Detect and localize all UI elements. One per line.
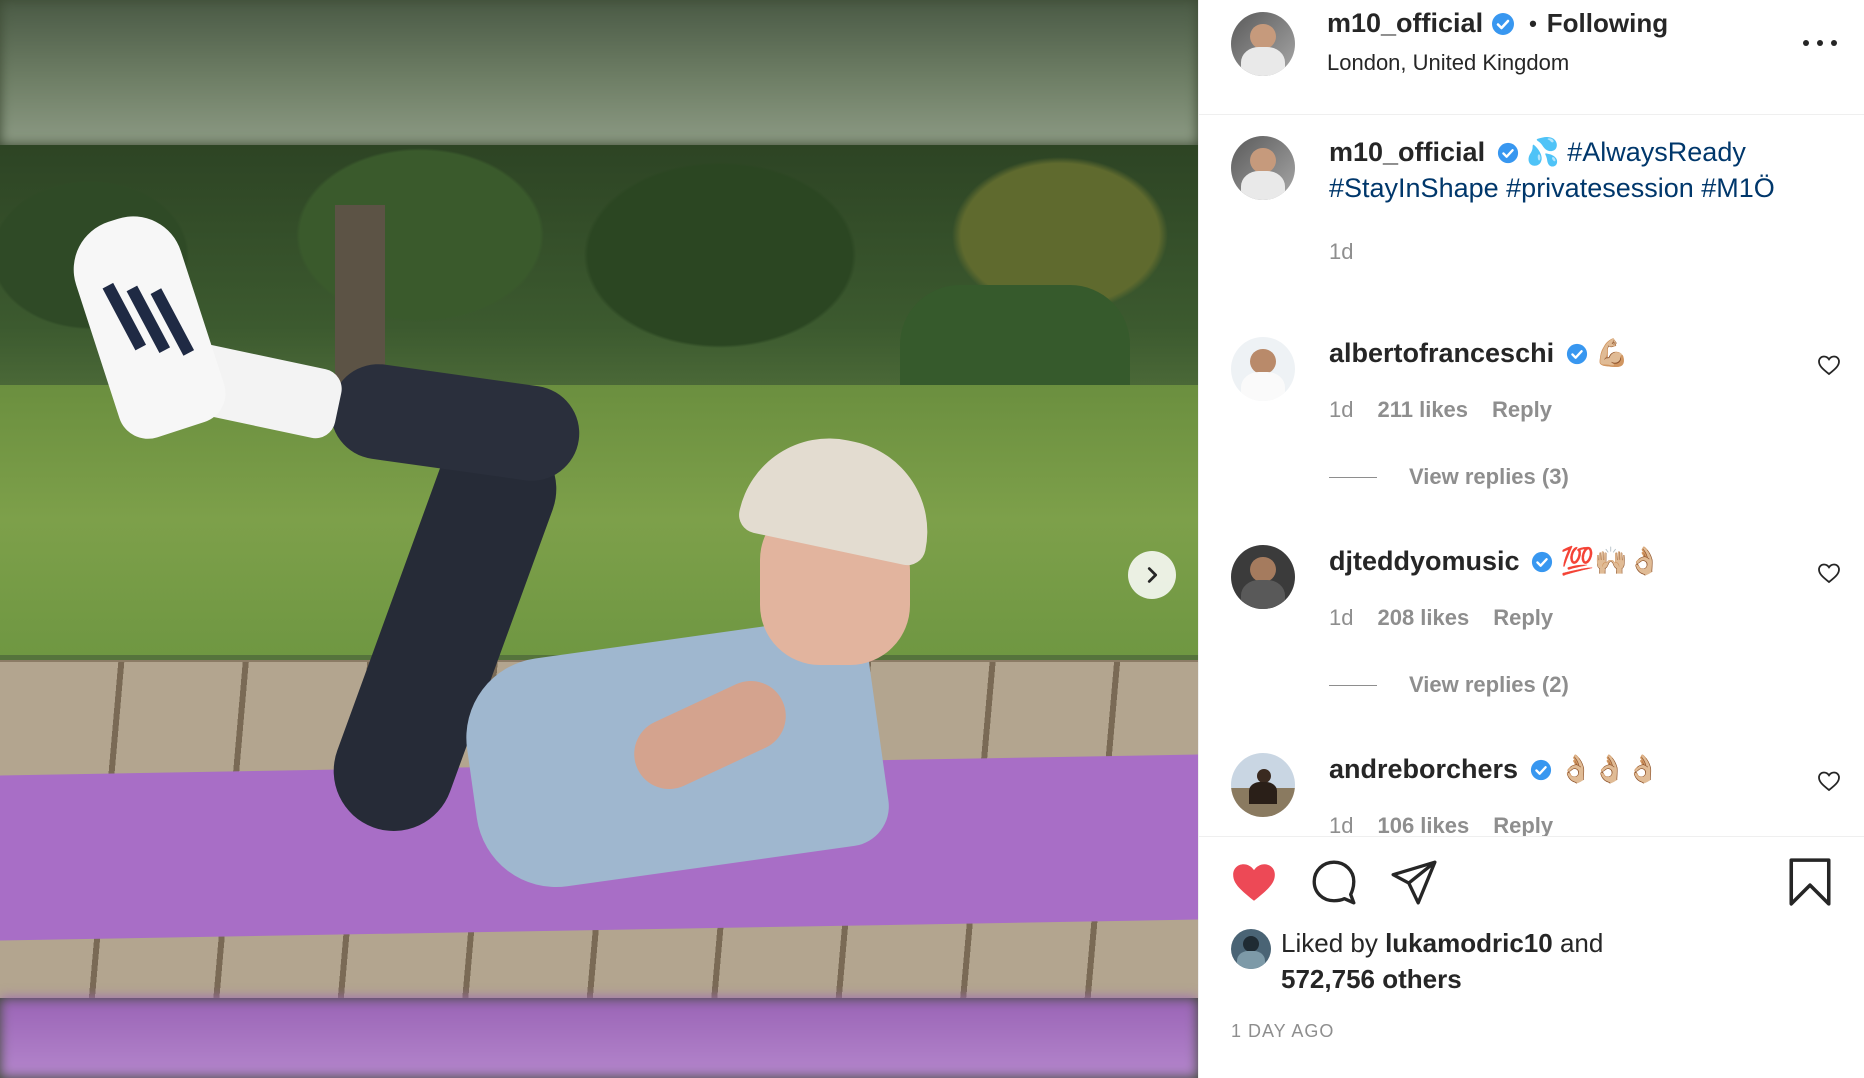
comment-likes[interactable]: 106 likes bbox=[1377, 813, 1469, 836]
commenter-avatar[interactable] bbox=[1231, 337, 1295, 401]
leg-upper bbox=[324, 358, 586, 487]
view-replies-button[interactable]: View replies (2) bbox=[1329, 672, 1569, 698]
commenter-avatar[interactable] bbox=[1231, 545, 1295, 609]
hashtag-m10[interactable]: #M1Ö bbox=[1701, 173, 1775, 203]
comment-time[interactable]: 1d bbox=[1329, 605, 1353, 631]
comment-time[interactable]: 1d bbox=[1329, 397, 1353, 423]
comment-meta: 1d 106 likes Reply bbox=[1329, 813, 1553, 836]
comment-username[interactable]: andreborchers bbox=[1329, 754, 1518, 784]
hashtag-stayinshape[interactable]: #StayInShape bbox=[1329, 173, 1499, 203]
heart-icon[interactable] bbox=[1817, 353, 1841, 377]
liker-avatar[interactable] bbox=[1231, 929, 1271, 969]
post-timestamp[interactable]: 1 DAY AGO bbox=[1231, 1021, 1334, 1042]
comments-list[interactable]: m10_official 💦 #AlwaysReady #StayInShape… bbox=[1199, 116, 1864, 836]
comment-meta: 1d 211 likes Reply bbox=[1329, 397, 1552, 423]
comment-body: 💪🏼 bbox=[1595, 338, 1629, 368]
comment-icon[interactable] bbox=[1309, 857, 1359, 907]
caption-text: m10_official 💦 #AlwaysReady #StayInShape… bbox=[1329, 134, 1829, 206]
verified-icon bbox=[1492, 12, 1515, 35]
more-options-icon[interactable] bbox=[1803, 28, 1837, 58]
caption-time[interactable]: 1d bbox=[1329, 239, 1353, 265]
comment-meta: 1d 208 likes Reply bbox=[1329, 605, 1553, 631]
verified-icon bbox=[1530, 759, 1551, 781]
reply-button[interactable]: Reply bbox=[1493, 605, 1553, 631]
comment-text: andreborchers 👌🏼👌🏼👌🏼 bbox=[1329, 751, 1829, 787]
commenter-avatar[interactable] bbox=[1231, 753, 1295, 817]
post-header: m10_official • Following London, United … bbox=[1199, 0, 1864, 115]
verified-icon bbox=[1531, 551, 1553, 573]
hashtag-alwaysready[interactable]: #AlwaysReady bbox=[1567, 137, 1746, 167]
comment-body: 👌🏼👌🏼👌🏼 bbox=[1559, 754, 1660, 784]
comment-likes[interactable]: 211 likes bbox=[1377, 397, 1468, 423]
liked-by-text: Liked by lukamodric10 and 572,756 others bbox=[1281, 925, 1603, 997]
heart-icon[interactable] bbox=[1229, 857, 1279, 907]
next-arrow-icon[interactable] bbox=[1128, 551, 1176, 599]
liked-by-prefix: Liked by bbox=[1281, 928, 1378, 958]
post-side-panel: m10_official • Following London, United … bbox=[1198, 0, 1864, 1078]
likes-others-count[interactable]: 572,756 others bbox=[1281, 964, 1462, 994]
author-username[interactable]: m10_official bbox=[1327, 8, 1483, 39]
comment-body: 💯🙌🏼👌🏼 bbox=[1560, 546, 1662, 576]
author-row: m10_official • Following bbox=[1327, 8, 1668, 39]
reply-button[interactable]: Reply bbox=[1492, 397, 1552, 423]
caption-emoji: 💦 bbox=[1526, 137, 1560, 167]
author-avatar[interactable] bbox=[1231, 12, 1295, 76]
verified-icon bbox=[1497, 142, 1518, 164]
replies-dash bbox=[1329, 684, 1377, 686]
sneaker bbox=[60, 203, 234, 447]
comment-text: albertofranceschi 💪🏼 bbox=[1329, 335, 1829, 371]
instagram-post: m10_official • Following London, United … bbox=[0, 0, 1864, 1078]
comment-likes[interactable]: 208 likes bbox=[1377, 605, 1469, 631]
exercising-person bbox=[0, 0, 1198, 1078]
view-replies-label: View replies (3) bbox=[1409, 464, 1569, 489]
reply-button[interactable]: Reply bbox=[1493, 813, 1553, 836]
separator-dot: • bbox=[1529, 10, 1537, 36]
replies-dash bbox=[1329, 476, 1377, 478]
post-actions: Liked by lukamodric10 and 572,756 others… bbox=[1199, 836, 1864, 1078]
post-media[interactable] bbox=[0, 0, 1198, 1078]
liked-by-connector: and bbox=[1559, 928, 1604, 958]
comment-username[interactable]: djteddyomusic bbox=[1329, 546, 1520, 576]
following-button[interactable]: Following bbox=[1547, 8, 1668, 39]
heart-icon[interactable] bbox=[1817, 769, 1841, 793]
caption-username[interactable]: m10_official bbox=[1329, 137, 1485, 167]
comment-text: djteddyomusic 💯🙌🏼👌🏼 bbox=[1329, 543, 1829, 579]
liker-username[interactable]: lukamodric10 bbox=[1385, 928, 1553, 958]
caption-meta: 1d bbox=[1329, 239, 1353, 265]
view-replies-label: View replies (2) bbox=[1409, 672, 1569, 697]
share-icon[interactable] bbox=[1389, 857, 1439, 907]
comment-username[interactable]: albertofranceschi bbox=[1329, 338, 1554, 368]
liked-by: Liked by lukamodric10 and 572,756 others bbox=[1231, 925, 1603, 997]
hashtag-privatesession[interactable]: #privatesession bbox=[1506, 173, 1694, 203]
caption-avatar[interactable] bbox=[1231, 136, 1295, 200]
view-replies-button[interactable]: View replies (3) bbox=[1329, 464, 1569, 490]
heart-icon[interactable] bbox=[1817, 561, 1841, 585]
post-location[interactable]: London, United Kingdom bbox=[1327, 50, 1569, 76]
bookmark-icon[interactable] bbox=[1785, 857, 1835, 907]
comment-time[interactable]: 1d bbox=[1329, 813, 1353, 836]
verified-icon bbox=[1566, 343, 1587, 365]
